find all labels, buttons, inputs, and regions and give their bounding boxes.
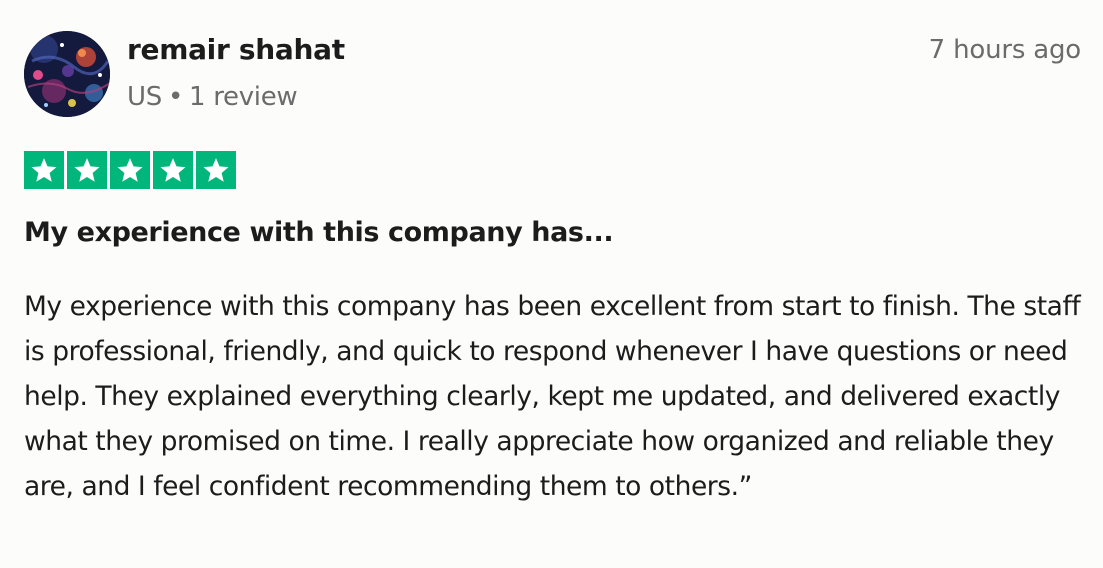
star-icon	[24, 151, 64, 189]
review-card: remair shahat US • 1 review 7 hours ago My…	[0, 0, 1103, 568]
reviewer-meta: US • 1 review	[127, 78, 298, 116]
star-icon	[196, 151, 236, 189]
star-icon	[67, 151, 107, 189]
star-icon	[153, 151, 193, 189]
review-title[interactable]: My experience with this company has...	[24, 213, 614, 253]
reviewer-country: US	[127, 82, 162, 112]
reviewer-review-count[interactable]: 1 review	[189, 82, 298, 112]
avatar[interactable]	[24, 31, 110, 117]
avatar-image	[24, 31, 110, 117]
star-rating	[24, 151, 236, 189]
review-timestamp: 7 hours ago	[928, 35, 1082, 65]
review-body: My experience with this company has been…	[24, 291, 1081, 502]
meta-separator: •	[167, 82, 183, 112]
reviewer-name[interactable]: remair shahat	[127, 30, 345, 70]
star-icon	[110, 151, 150, 189]
